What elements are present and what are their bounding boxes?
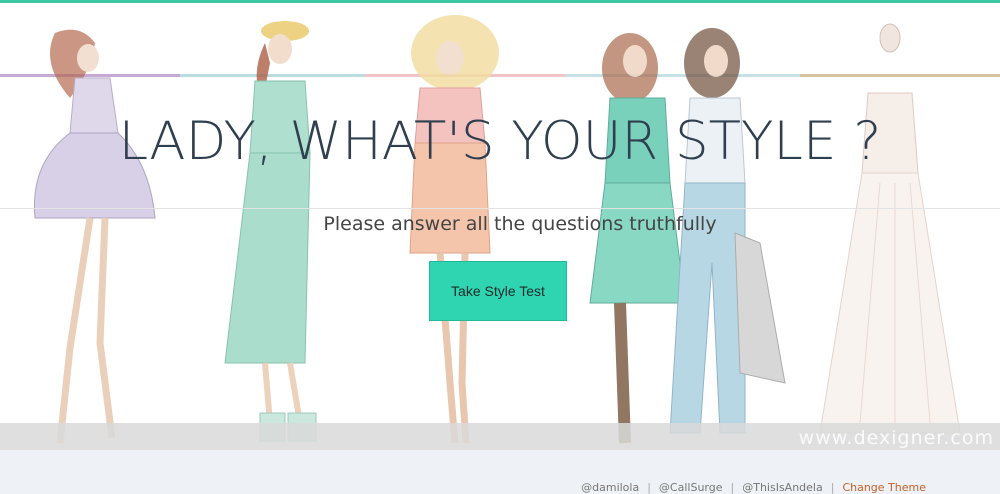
footer-link-callsurge[interactable]: @CallSurge xyxy=(659,481,723,494)
change-theme-link[interactable]: Change Theme xyxy=(842,481,926,494)
footer-link-damilola[interactable]: @damilola xyxy=(581,481,639,494)
footer: @damilola | @CallSurge | @ThisIsAndela |… xyxy=(0,450,1000,494)
footer-links: @damilola | @CallSurge | @ThisIsAndela |… xyxy=(581,481,926,494)
divider xyxy=(0,208,1000,209)
watermark: www.dexigner.com xyxy=(798,427,994,449)
hero-section: LADY, WHAT'S YOUR STYLE ? Please answer … xyxy=(0,3,1000,450)
footer-link-thisisandela[interactable]: @ThisIsAndela xyxy=(742,481,823,494)
fashion-figure-4 xyxy=(589,33,686,444)
page-subtitle: Please answer all the questions truthful… xyxy=(323,213,717,235)
take-style-test-button[interactable]: Take Style Test xyxy=(429,261,567,321)
separator: | xyxy=(830,481,835,494)
page-title: LADY, WHAT'S YOUR STYLE ? xyxy=(118,111,882,172)
fashion-figure-1 xyxy=(33,29,156,444)
separator: | xyxy=(730,481,735,494)
separator: | xyxy=(647,481,651,494)
